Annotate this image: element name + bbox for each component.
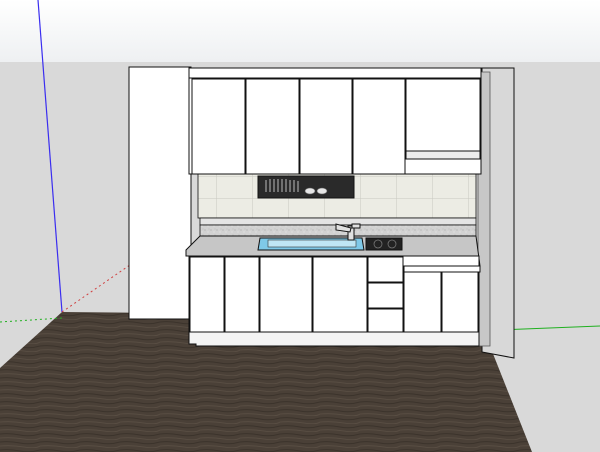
tall-side-panel xyxy=(128,66,192,320)
upper-cabinet-door-2 xyxy=(245,78,300,175)
upper-cabinet-door-4 xyxy=(352,78,406,175)
upper-cabinet-door-3 xyxy=(299,78,353,175)
drawer-1 xyxy=(367,256,404,283)
base-door-6 xyxy=(441,271,479,333)
range-hood-bottom xyxy=(405,150,481,160)
base-door-2 xyxy=(224,256,260,333)
sketchup-viewport[interactable] xyxy=(0,0,600,452)
green-axis-right xyxy=(499,325,600,331)
base-door-3 xyxy=(259,256,313,333)
kitchen-scene xyxy=(0,0,600,452)
cooktop xyxy=(365,237,403,251)
drawer-2 xyxy=(367,282,404,309)
base-door-1 xyxy=(189,256,225,333)
sink-inner xyxy=(267,239,357,248)
right-counter-front xyxy=(403,265,481,273)
dish-rack xyxy=(257,175,355,199)
upper-cabinet-crown xyxy=(188,67,482,79)
base-door-4 xyxy=(312,256,368,333)
base-door-5 xyxy=(403,271,442,333)
red-axis xyxy=(61,257,141,313)
upper-cabinet-door-1 xyxy=(191,78,246,175)
range-hood-cabinet xyxy=(405,78,481,152)
drawer-3 xyxy=(367,308,404,333)
blue-axis xyxy=(37,0,63,313)
backsplash-ledge xyxy=(199,217,477,226)
toe-kick xyxy=(188,331,480,347)
